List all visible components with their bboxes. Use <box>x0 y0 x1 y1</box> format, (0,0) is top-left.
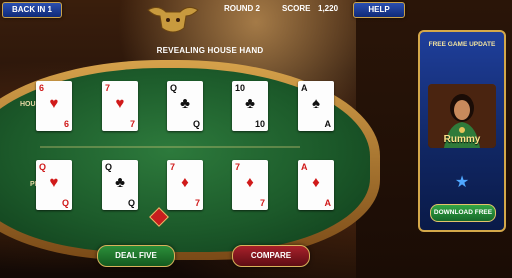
card-rank-top: Q <box>105 162 113 172</box>
card-rank-bottom: 6 <box>63 119 69 129</box>
card-rank-bottom: 7 <box>259 198 265 208</box>
card-suit-icon: ♥ <box>49 95 59 112</box>
score-value: 1,220 <box>318 4 339 13</box>
card-rank-bottom: Q <box>192 119 200 129</box>
promo-game-name: Rummy <box>443 134 481 145</box>
card-suit-icon: ♣ <box>180 95 190 112</box>
card-suit-icon: ♥ <box>49 174 59 191</box>
game-scene: BACK IN 1 ROUND 2 SCORE 1,220 HELP REVEA… <box>0 0 512 278</box>
card-rank-bottom: A <box>324 119 332 129</box>
deal-five-button[interactable]: DEAL FIVE <box>97 245 175 267</box>
card-rank-bottom: A <box>324 198 332 208</box>
card-suit-icon: ♦ <box>312 174 320 191</box>
house-card-1[interactable]: 6 ♥ 6 <box>36 81 72 131</box>
score-label: SCORE <box>282 4 311 13</box>
player-card-4[interactable]: 7 ♦ 7 <box>232 160 268 210</box>
card-suit-icon: ♦ <box>181 174 189 191</box>
card-suit-icon: ♣ <box>245 95 255 112</box>
card-suit-icon: ♦ <box>246 174 254 191</box>
card-suit-icon: ♥ <box>115 95 125 112</box>
card-rank-top: 6 <box>39 83 45 93</box>
card-rank-top: 7 <box>105 83 111 93</box>
player-card-3[interactable]: 7 ♦ 7 <box>167 160 203 210</box>
card-rank-top: Q <box>170 83 178 93</box>
round-indicator: ROUND 2 <box>224 4 261 13</box>
player-card-5[interactable]: A ♦ A <box>298 160 334 210</box>
status-message: REVEALING HOUSE HAND <box>156 46 264 55</box>
download-free-button[interactable]: DOWNLOAD FREE <box>430 204 496 222</box>
house-card-3[interactable]: Q ♣ Q <box>167 81 203 131</box>
bull-crest-icon <box>147 6 199 33</box>
house-card-2[interactable]: 7 ♥ 7 <box>102 81 138 131</box>
house-card-4[interactable]: 10 ♣ 10 <box>232 81 268 131</box>
compare-button[interactable]: COMPARE <box>232 245 310 267</box>
house-card-5[interactable]: A ♠ A <box>298 81 334 131</box>
promo-ad-panel[interactable]: FREE GAME UPDATE Rummy ★ DOWNLOAD FREE <box>418 30 506 232</box>
card-rank-top: A <box>301 83 308 93</box>
card-rank-bottom: Q <box>127 198 135 208</box>
card-rank-bottom: 10 <box>254 119 265 129</box>
promo-title: FREE GAME UPDATE <box>428 41 496 48</box>
felt-divider <box>40 146 300 148</box>
help-button[interactable]: HELP <box>353 2 405 18</box>
back-button[interactable]: BACK IN 1 <box>2 2 62 18</box>
card-rank-top: 7 <box>235 162 241 172</box>
player-card-2[interactable]: Q ♣ Q <box>102 160 138 210</box>
card-suit-icon: ♠ <box>312 95 320 112</box>
card-rank-bottom: Q <box>61 198 69 208</box>
card-rank-top: A <box>301 162 308 172</box>
card-suit-icon: ♣ <box>115 174 125 191</box>
card-rank-bottom: 7 <box>194 198 200 208</box>
star-emblem-icon: ★ <box>454 174 470 191</box>
card-rank-top: 7 <box>170 162 176 172</box>
card-rank-top: 10 <box>235 83 246 93</box>
card-rank-bottom: 7 <box>129 119 135 129</box>
player-card-1[interactable]: Q ♥ Q <box>36 160 72 210</box>
card-rank-top: Q <box>39 162 47 172</box>
